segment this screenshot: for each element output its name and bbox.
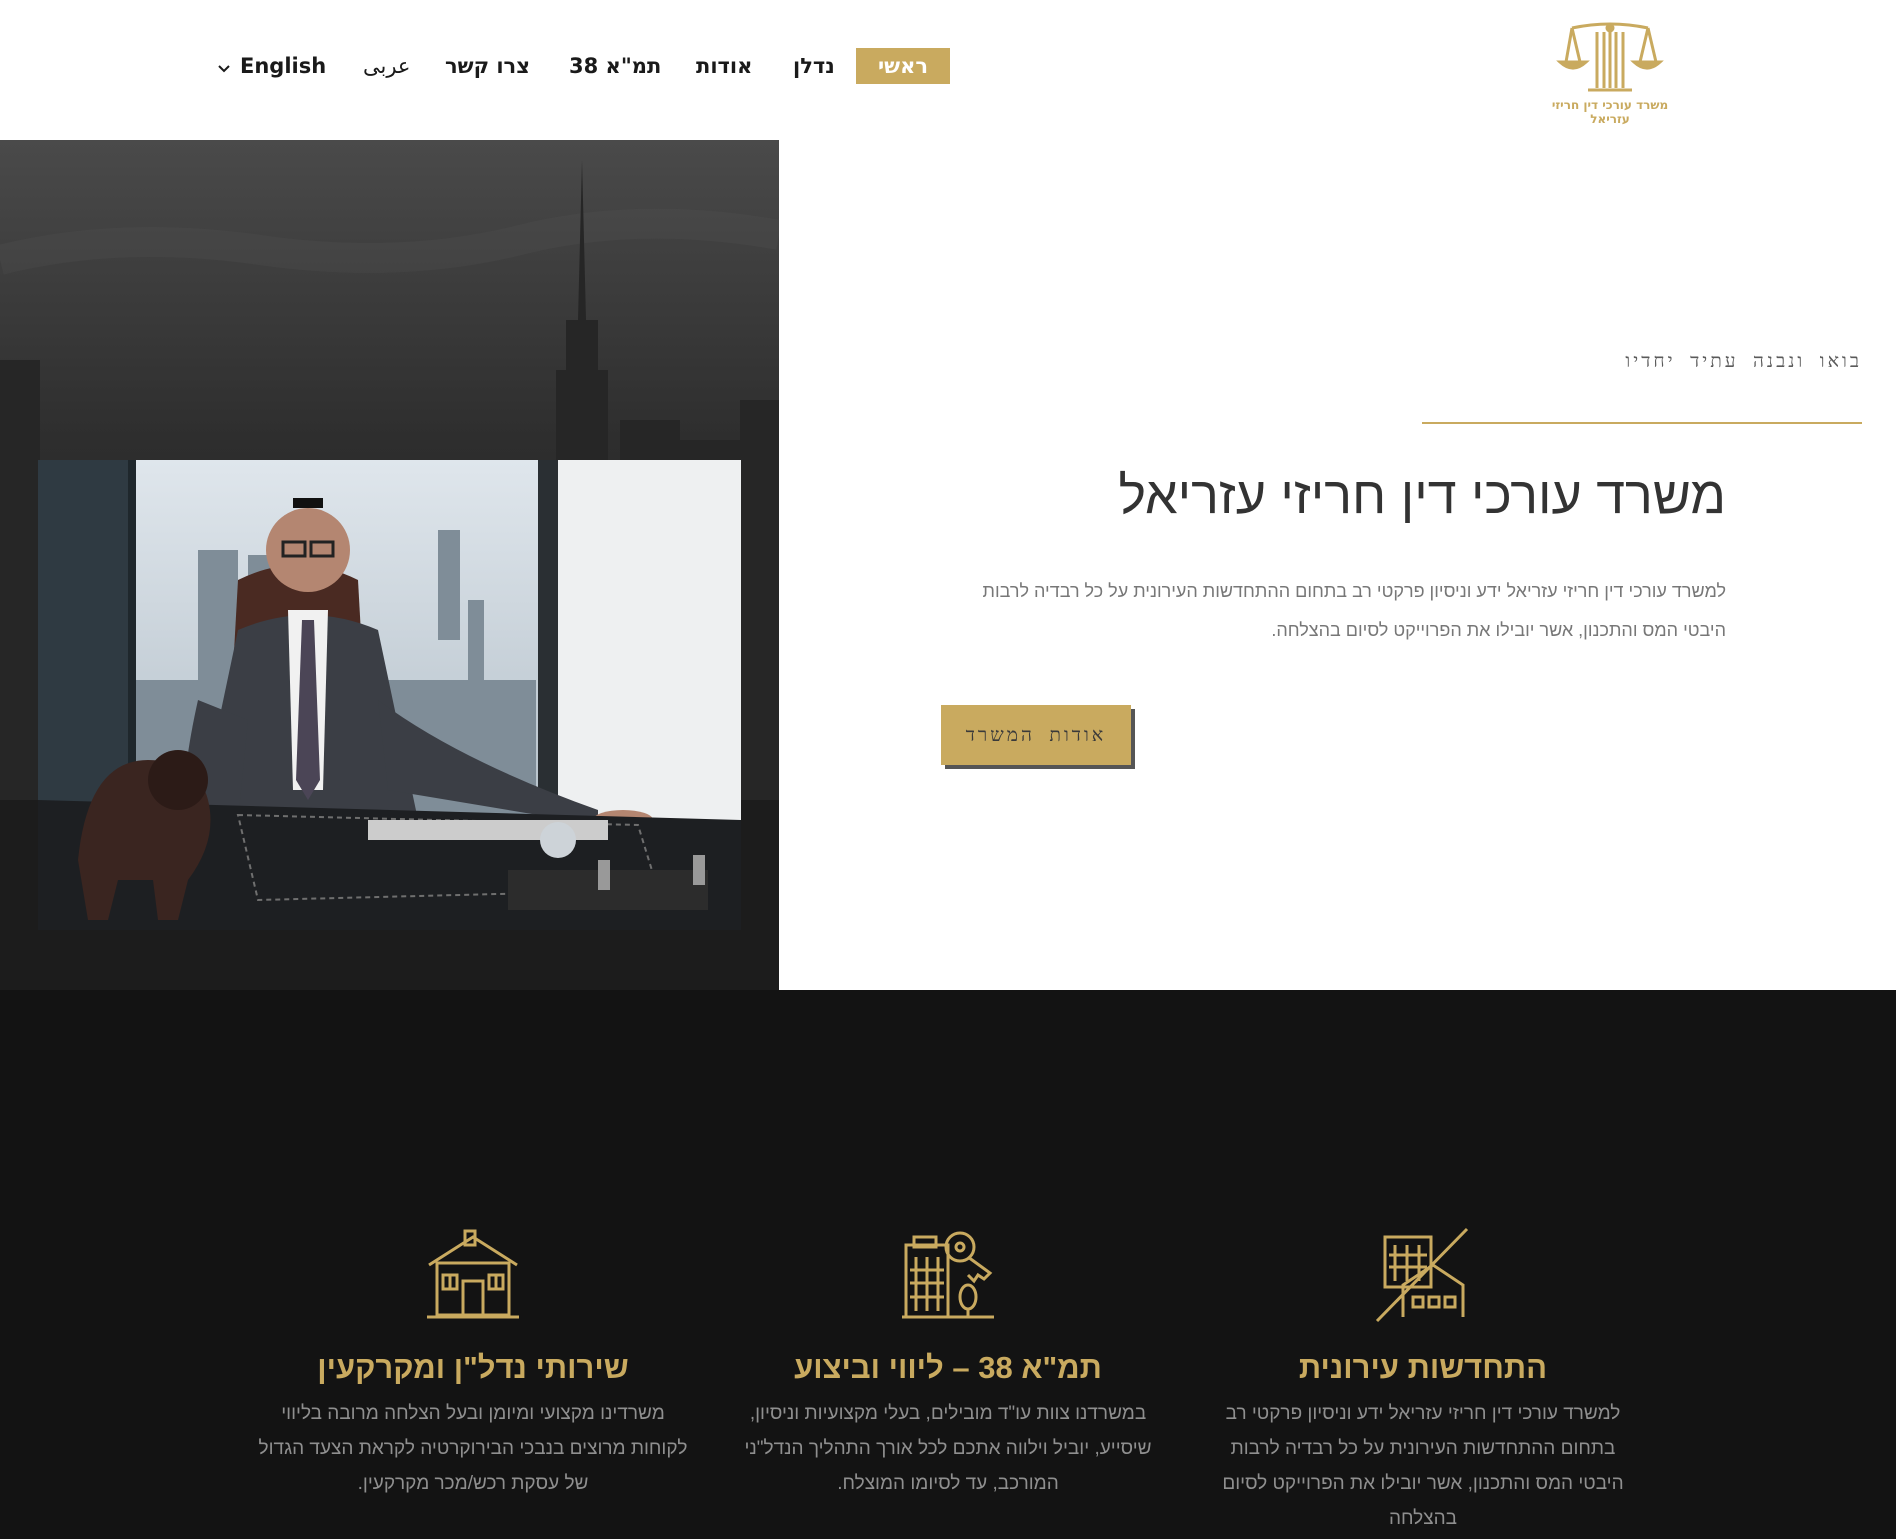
nav-tama38[interactable]: תמ"א 38: [569, 48, 661, 84]
service-urban-renewal[interactable]: התחדשות עירונית למשרד עורכי דין חריזי עז…: [1208, 1225, 1638, 1536]
hero-tagline: בואו ונבנה עתיד יחדיו: [1625, 350, 1862, 372]
scales-pillar-icon: [1556, 22, 1664, 92]
service-text: במשרדנו צוות עו"ד מובילים, בעלי מקצועיות…: [744, 1403, 1152, 1494]
service-title: שירותי נדל"ן ומקרקעין: [317, 1350, 629, 1385]
service-title: התחדשות עירונית: [1298, 1350, 1548, 1385]
service-text: למשרד עורכי דין חריזי עזריאל ידע וניסיון…: [1222, 1403, 1624, 1529]
house-icon: [427, 1229, 519, 1319]
hero-title: משרד עורכי דין חריזי עזריאל: [1118, 467, 1726, 525]
site-header: ראשי נדלן אודות תמ"א 38 צרו קשר عربى Eng…: [0, 0, 1896, 140]
about-office-button[interactable]: אודות המשרד: [941, 705, 1131, 765]
nav-real-estate[interactable]: נדלן: [793, 48, 835, 84]
service-real-estate[interactable]: שירותי נדל"ן ומקרקעין משרדינו מקצועי ומי…: [258, 1225, 688, 1501]
service-tama38[interactable]: תמ"א 38 – ליווי וביצוע במשרדנו צוות עו"ד…: [733, 1225, 1163, 1501]
nav-home[interactable]: ראשי: [856, 48, 951, 84]
chevron-down-icon: [218, 48, 230, 84]
nav-about[interactable]: אודות: [696, 48, 752, 84]
urban-renewal-icon: [1375, 1227, 1469, 1323]
language-label: English: [240, 54, 327, 78]
hero-description: למשרד עורכי דין חריזי עזריאל ידע וניסיון…: [982, 581, 1726, 640]
lawyer-portrait-photo: [38, 460, 741, 930]
logo-text: משרד עורכי דין חריזי עזריאל: [1551, 98, 1669, 126]
hero-content-panel: [779, 140, 1896, 990]
logo[interactable]: משרד עורכי דין חריזי עזריאל: [1530, 18, 1690, 126]
divider-line: [1422, 422, 1862, 424]
main-nav: ראשי נדלן אודות תמ"א 38 צרו קשר عربى Eng…: [0, 48, 960, 84]
hero-image-panel: [0, 140, 779, 990]
nav-contact[interactable]: צרו קשר: [445, 48, 530, 84]
service-title: תמ"א 38 – ליווי וביצוע: [794, 1350, 1102, 1385]
service-text: משרדינו מקצועי ומיומן ובעל הצלחה מרובה ב…: [258, 1403, 688, 1494]
building-key-icon: [902, 1231, 994, 1319]
language-selector[interactable]: English: [218, 48, 326, 84]
nav-arabic[interactable]: عربى: [363, 48, 410, 84]
